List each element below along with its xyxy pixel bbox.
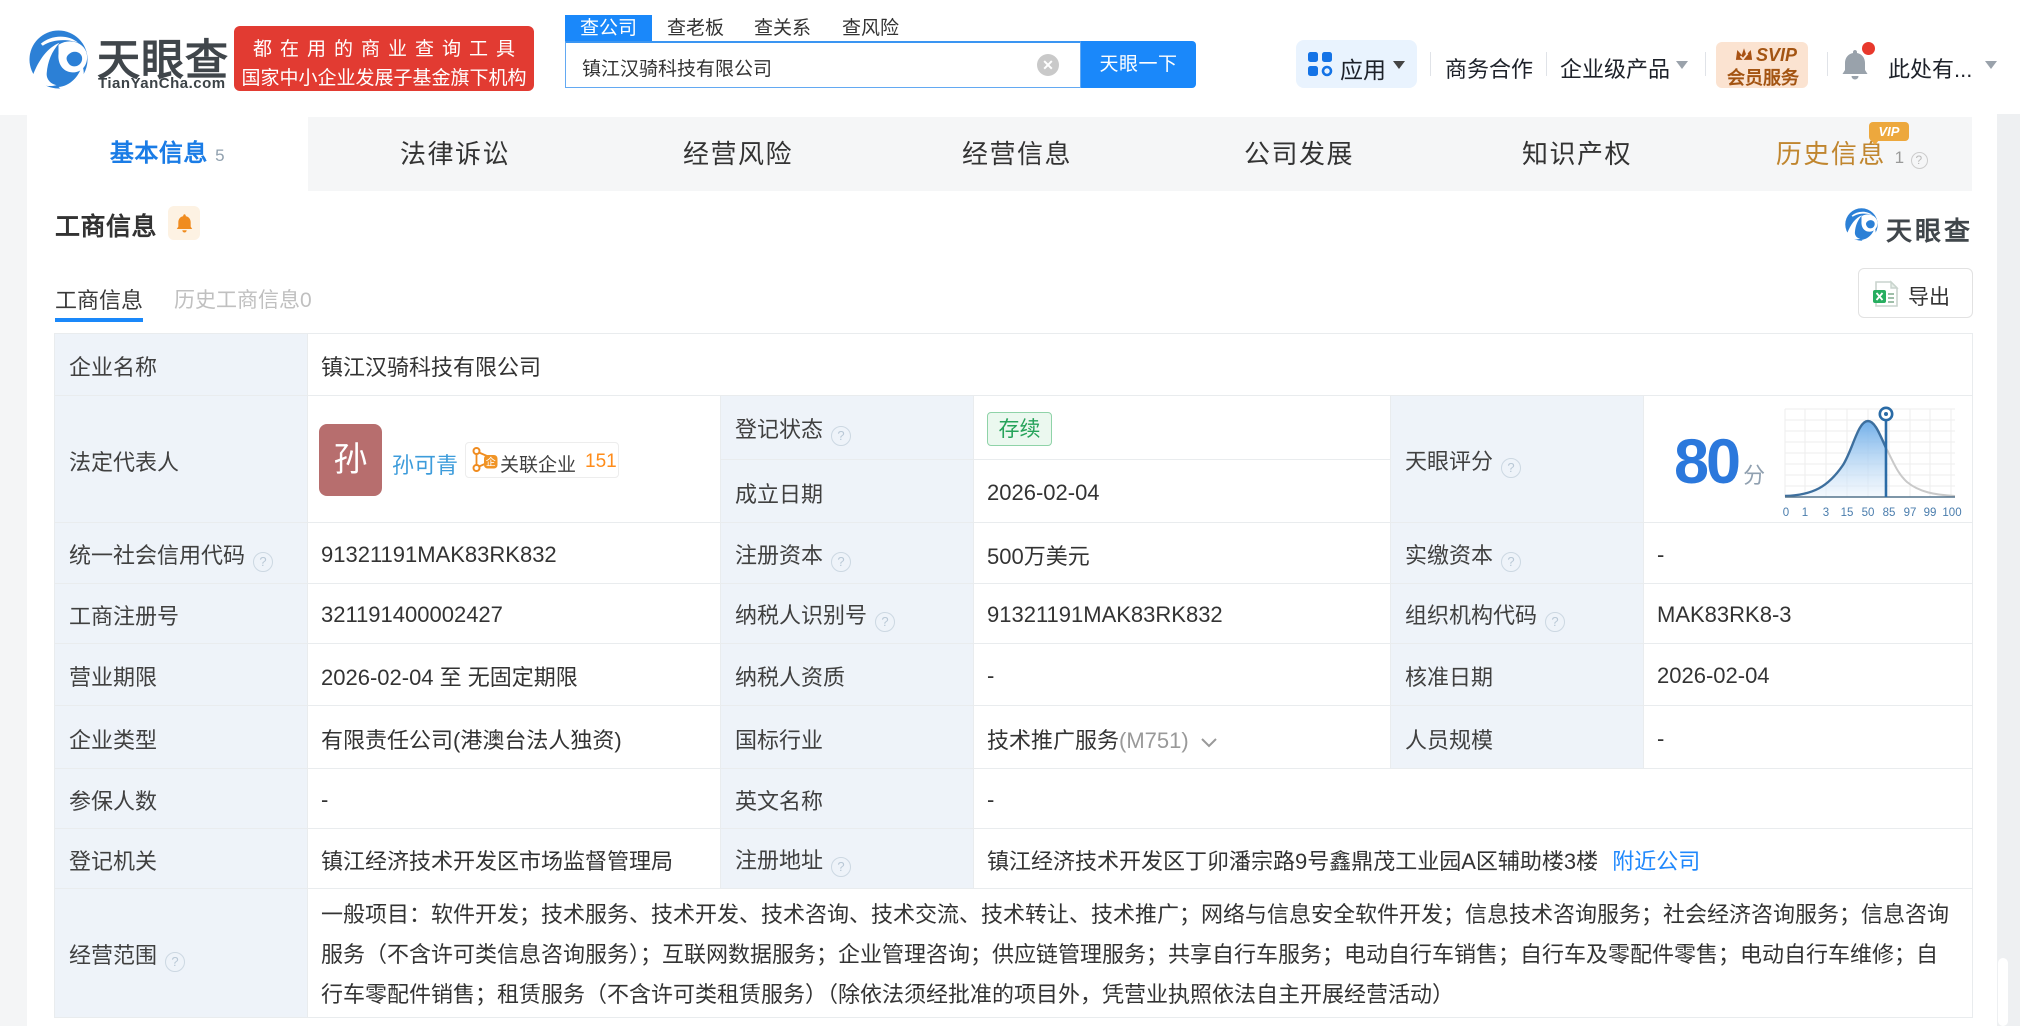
svg-text:0: 0 <box>1783 507 1789 519</box>
svg-text:企: 企 <box>486 456 496 469</box>
svg-text:85: 85 <box>1883 507 1896 519</box>
svg-text:3: 3 <box>1823 507 1829 519</box>
svg-text:1: 1 <box>1802 507 1808 519</box>
svg-text:99: 99 <box>1924 507 1937 519</box>
svg-text:100: 100 <box>1942 507 1961 519</box>
svg-text:50: 50 <box>1862 507 1875 519</box>
svg-text:97: 97 <box>1904 507 1917 519</box>
svg-text:15: 15 <box>1841 507 1854 519</box>
